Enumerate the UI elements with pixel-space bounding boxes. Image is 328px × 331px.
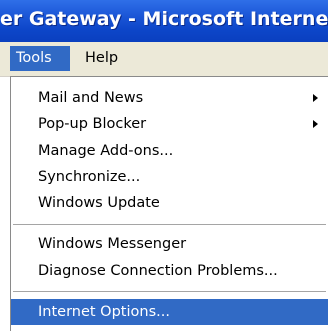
menu-item-label: Windows Update [38,195,160,211]
screen: er Gateway - Microsoft Internet E Tools … [0,0,328,331]
submenu-arrow-icon [313,94,318,102]
tools-dropdown-menu: Mail and News Pop-up Blocker Manage Add-… [10,76,328,331]
menu-item-windows-messenger[interactable]: Windows Messenger [11,232,328,256]
menu-tools[interactable]: Tools [10,46,70,71]
menu-item-synchronize[interactable]: Synchronize... [11,165,328,189]
menu-help[interactable]: Help [79,46,127,71]
menu-item-label: Manage Add-ons... [38,143,174,159]
menu-item-diagnose-connection-problems[interactable]: Diagnose Connection Problems... [11,259,328,283]
menu-item-label: Synchronize... [38,169,141,185]
menu-item-windows-update[interactable]: Windows Update [11,191,328,215]
menu-separator [13,224,326,225]
menu-item-label: Pop-up Blocker [38,116,147,132]
menu-item-label: Diagnose Connection Problems... [38,263,278,279]
menu-item-manage-add-ons[interactable]: Manage Add-ons... [11,139,328,163]
menu-item-mail-and-news[interactable]: Mail and News [11,86,328,110]
menu-separator [13,291,326,292]
menu-item-internet-options[interactable]: Internet Options... [11,299,328,325]
window-title: er Gateway - Microsoft Internet E [0,8,328,30]
window-title-bar[interactable]: er Gateway - Microsoft Internet E [0,0,328,42]
menu-item-label: Mail and News [38,90,144,106]
menu-item-label: Internet Options... [38,304,170,320]
submenu-arrow-icon [313,120,318,128]
menu-item-popup-blocker[interactable]: Pop-up Blocker [11,112,328,136]
menu-bar: Tools Help [0,42,328,77]
menu-item-label: Windows Messenger [38,236,187,252]
